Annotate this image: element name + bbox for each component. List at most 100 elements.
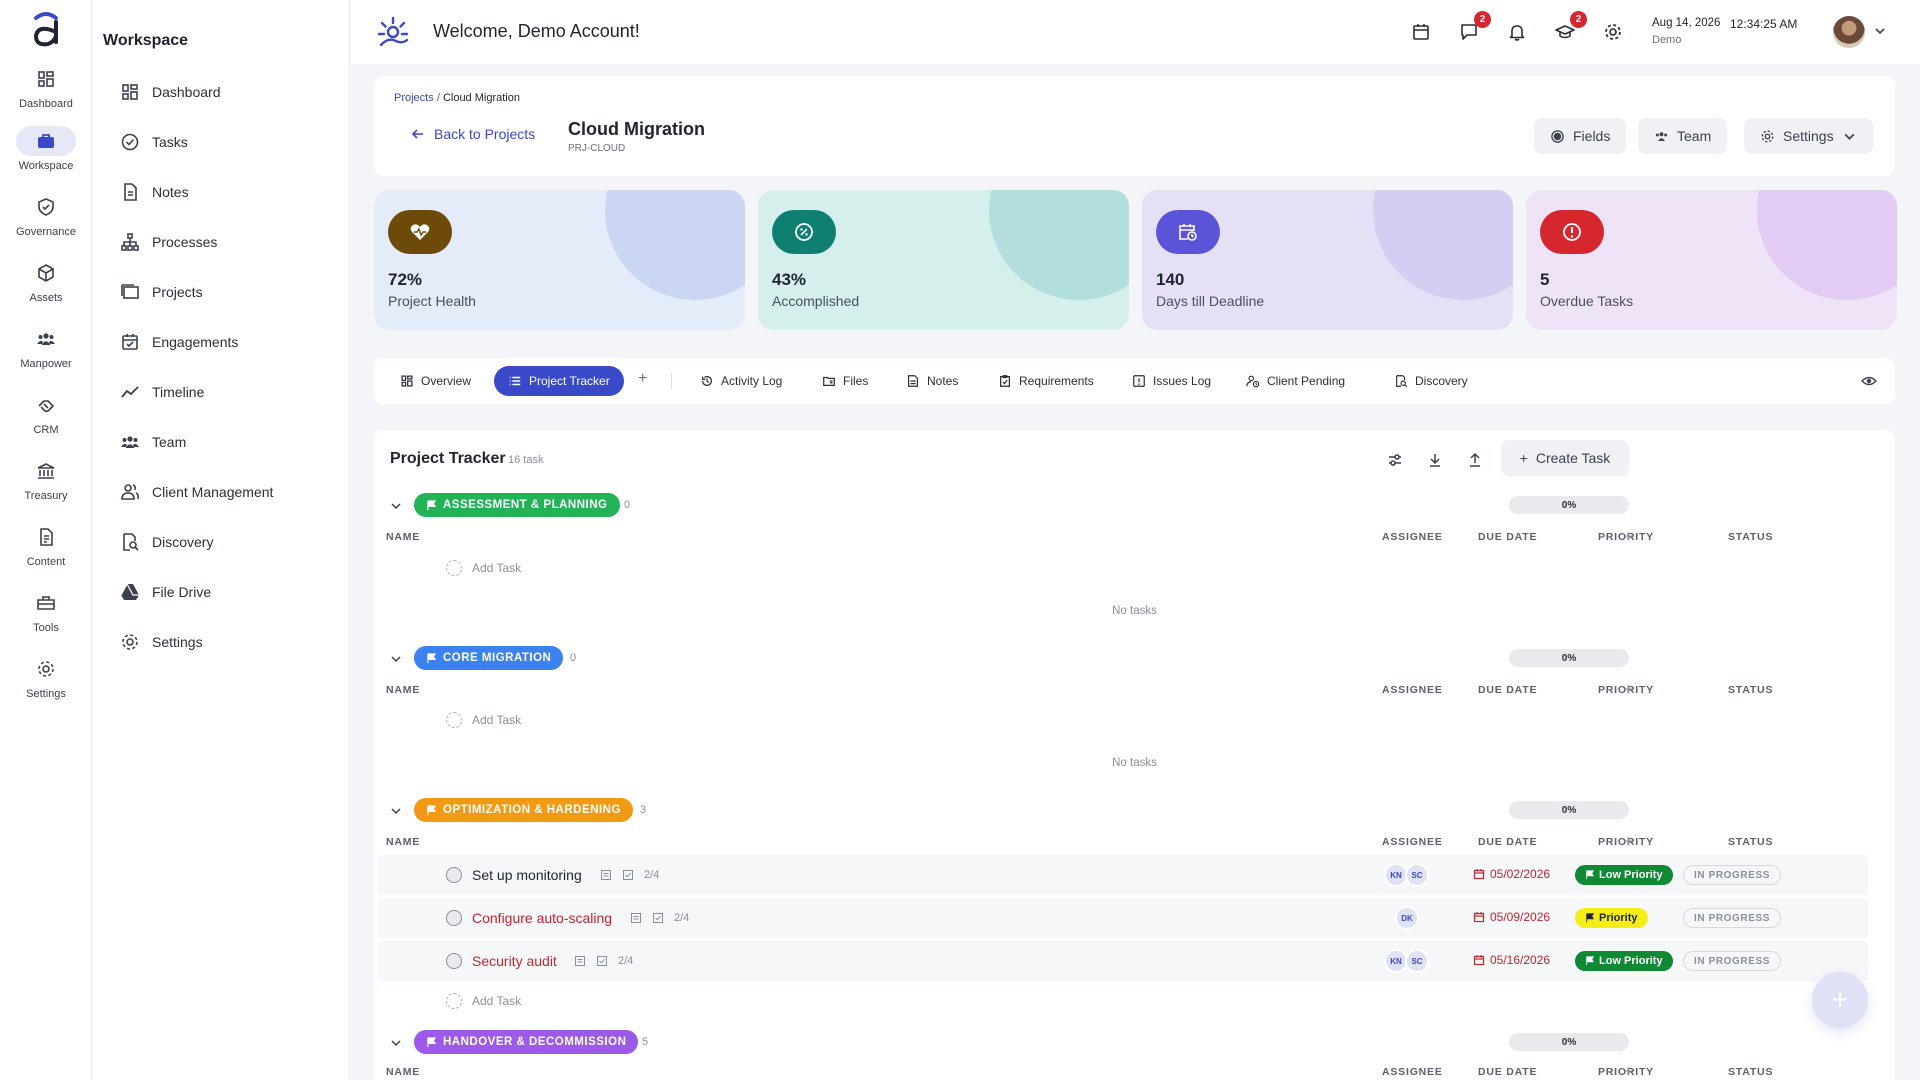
sidebar-item-dashboard[interactable]: Dashboard xyxy=(120,78,221,106)
task-row[interactable]: Set up monitoring 2/4 KN SC 05/02/2026 L… xyxy=(378,855,1868,895)
task-row[interactable]: Configure auto-scaling 2/4 DK 05/09/2026… xyxy=(378,898,1868,938)
team-button[interactable]: Team xyxy=(1638,118,1728,154)
settings-button[interactable] xyxy=(1601,20,1625,44)
section-pill-core-migration[interactable]: CORE MIGRATION xyxy=(414,646,564,670)
add-column-button[interactable]: + xyxy=(1624,528,1633,545)
section-pill-assessment-planning[interactable]: ASSESSMENT & PLANNING xyxy=(414,493,620,517)
add-task-button[interactable]: Add Task xyxy=(446,712,521,728)
sidebar-item-file-drive[interactable]: File Drive xyxy=(120,578,211,606)
rail-item-workspace[interactable]: Workspace xyxy=(0,126,92,186)
sidebar-item-settings[interactable]: Settings xyxy=(120,628,203,656)
status-badge[interactable]: IN PROGRESS xyxy=(1683,865,1782,885)
chevron-down-icon[interactable] xyxy=(390,805,402,817)
top-bar: Welcome, Demo Account! 2 2 Aug 14, 2026 … xyxy=(351,0,1920,64)
rail-item-manpower[interactable]: Manpower xyxy=(0,324,92,384)
sidebar-item-engagements[interactable]: Engagements xyxy=(120,328,238,356)
add-column-button[interactable]: + xyxy=(1624,833,1633,850)
create-task-button[interactable]: + Create Task xyxy=(1501,440,1629,476)
flag-icon xyxy=(427,499,437,510)
sidebar-item-notes[interactable]: Notes xyxy=(120,178,189,206)
sidebar-item-team[interactable]: Team xyxy=(120,428,186,456)
chevron-down-icon[interactable] xyxy=(390,1037,402,1049)
eye-icon[interactable] xyxy=(1861,373,1877,389)
add-task-button[interactable]: Add Task xyxy=(446,560,521,576)
tab-project-tracker[interactable]: Project Tracker xyxy=(494,366,624,396)
chevron-down-icon[interactable] xyxy=(390,653,402,665)
sidebar-item-discovery[interactable]: Discovery xyxy=(120,528,213,556)
tab-activity-log[interactable]: Activity Log xyxy=(686,366,796,396)
due-date-text: 05/02/2026 xyxy=(1490,867,1551,881)
sidebar-title: Workspace xyxy=(103,32,189,49)
task-name[interactable]: Set up monitoring xyxy=(472,867,582,883)
chevron-down-icon[interactable] xyxy=(1873,24,1887,38)
add-task-label: Add Task xyxy=(472,713,522,727)
sidebar-item-projects[interactable]: Projects xyxy=(120,278,203,306)
shield-icon xyxy=(16,192,76,222)
task-row[interactable]: Security audit 2/4 KN SC 05/16/2026 Low … xyxy=(378,941,1868,981)
fields-button[interactable]: Fields xyxy=(1534,118,1627,154)
task-assignees[interactable]: KN SC xyxy=(1384,863,1429,887)
upload-icon[interactable] xyxy=(1466,451,1484,469)
rail-item-assets[interactable]: Assets xyxy=(0,258,92,318)
breadcrumb-projects-link[interactable]: Projects xyxy=(394,92,434,104)
tab-requirements[interactable]: Requirements xyxy=(984,366,1108,396)
tab-notes[interactable]: Notes xyxy=(892,366,972,396)
rail-item-settings[interactable]: Settings xyxy=(0,654,92,714)
status-badge[interactable]: IN PROGRESS xyxy=(1683,908,1782,928)
add-column-button[interactable]: + xyxy=(1624,1063,1633,1080)
learning-button[interactable]: 2 xyxy=(1553,11,1587,44)
sidebar-item-processes[interactable]: Processes xyxy=(120,228,217,256)
calendar-button[interactable] xyxy=(1409,20,1433,44)
task-due-date[interactable]: 05/09/2026 xyxy=(1473,910,1550,924)
add-tab-button[interactable]: + xyxy=(638,370,647,388)
priority-badge[interactable]: Low Priority xyxy=(1575,951,1673,971)
tab-discovery[interactable]: Discovery xyxy=(1380,366,1482,396)
column-header-status: STATUS xyxy=(1728,1066,1774,1078)
status-badge[interactable]: IN PROGRESS xyxy=(1683,951,1782,971)
task-assignees[interactable]: DK xyxy=(1395,906,1419,930)
rail-item-dashboard[interactable]: Dashboard xyxy=(0,64,92,124)
tab-issues-log[interactable]: Issues Log xyxy=(1118,366,1225,396)
sidebar-item-label: File Drive xyxy=(152,584,212,600)
sidebar-item-client-management[interactable]: Client Management xyxy=(120,478,273,506)
add-column-button[interactable]: + xyxy=(1624,681,1633,698)
settings-dropdown-button[interactable]: Settings xyxy=(1744,118,1873,154)
sidebar-item-tasks[interactable]: Tasks xyxy=(120,128,188,156)
chevron-down-icon[interactable] xyxy=(390,500,402,512)
flag-icon xyxy=(427,652,437,663)
task-status-toggle[interactable] xyxy=(446,867,462,883)
section-pill-handover-decommission[interactable]: HANDOVER & DECOMMISSION xyxy=(414,1030,639,1054)
notifications-button[interactable] xyxy=(1505,20,1529,44)
task-name[interactable]: Configure auto-scaling xyxy=(472,910,612,926)
rail-item-governance[interactable]: Governance xyxy=(0,192,92,252)
priority-badge[interactable]: Low Priority xyxy=(1575,865,1673,885)
column-header-name: NAME xyxy=(386,836,421,848)
section-pill-optimization-hardening[interactable]: OPTIMIZATION & HARDENING xyxy=(414,798,633,822)
add-task-button[interactable]: Add Task xyxy=(446,993,521,1009)
kpi-card-project-health: 72% Project Health xyxy=(374,190,745,330)
floating-add-button[interactable]: + xyxy=(1812,972,1868,1028)
rail-item-tools[interactable]: Tools xyxy=(0,588,92,648)
tab-files[interactable]: Files xyxy=(808,366,882,396)
avatar[interactable] xyxy=(1833,16,1865,48)
rail-item-treasury[interactable]: Treasury xyxy=(0,456,92,516)
sidebar-item-timeline[interactable]: Timeline xyxy=(120,378,204,406)
priority-badge[interactable]: Priority xyxy=(1575,908,1648,928)
task-status-toggle[interactable] xyxy=(446,953,462,969)
app-logo-icon[interactable] xyxy=(28,10,64,50)
task-status-toggle[interactable] xyxy=(446,910,462,926)
download-icon[interactable] xyxy=(1426,451,1444,469)
task-due-date[interactable]: 05/16/2026 xyxy=(1473,953,1550,967)
task-assignees[interactable]: KN SC xyxy=(1384,949,1429,973)
tab-overview[interactable]: Overview xyxy=(386,366,485,396)
messages-button[interactable]: 2 xyxy=(1457,11,1491,44)
back-to-projects-link[interactable]: Back to Projects xyxy=(410,126,535,142)
filter-sliders-icon[interactable] xyxy=(1386,451,1404,469)
rail-item-content[interactable]: Content xyxy=(0,522,92,582)
rail-item-crm[interactable]: CRM xyxy=(0,390,92,450)
task-due-date[interactable]: 05/02/2026 xyxy=(1473,867,1550,881)
task-name[interactable]: Security audit xyxy=(472,953,557,969)
alert-square-icon xyxy=(1133,375,1145,387)
calendar-icon xyxy=(1473,955,1485,966)
tab-client-pending[interactable]: Client Pending xyxy=(1232,366,1359,396)
